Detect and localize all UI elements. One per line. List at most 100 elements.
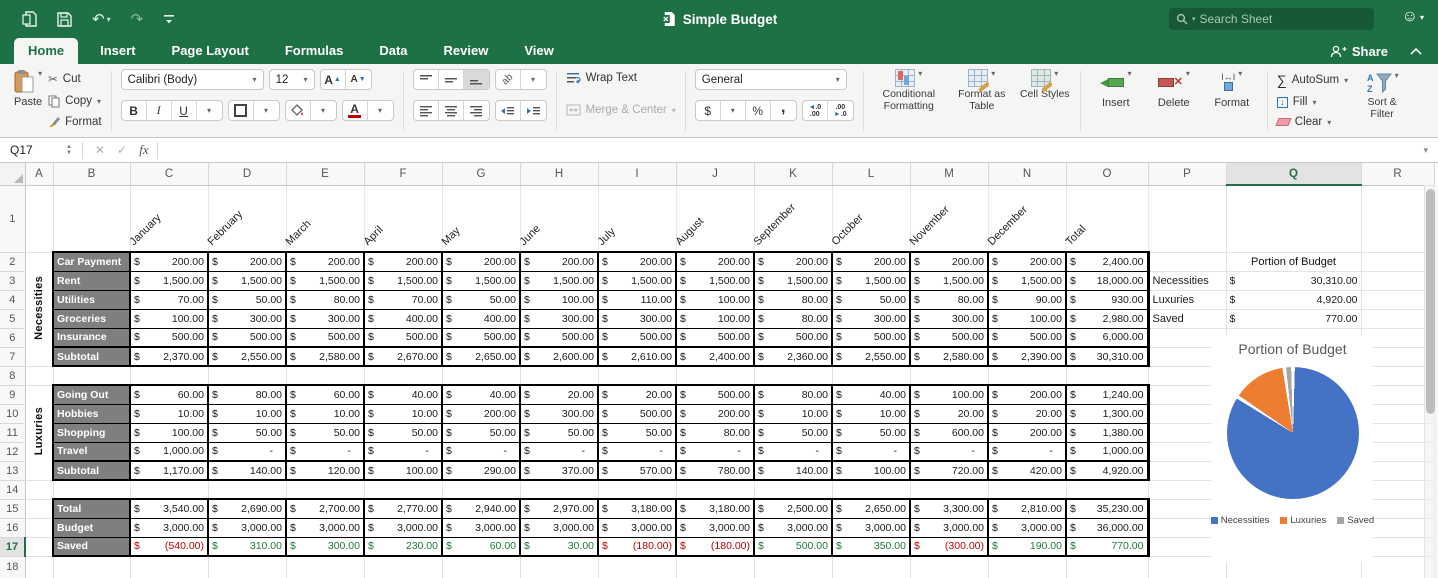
- wrap-text-button[interactable]: Wrap Text: [566, 72, 676, 84]
- cell-J17[interactable]: $ (180.00): [675, 536, 755, 557]
- tab-review[interactable]: Review: [430, 38, 503, 64]
- fill-color-caret[interactable]: ▾: [311, 101, 336, 120]
- cell-N14[interactable]: [988, 480, 1067, 500]
- cell-C11[interactable]: $100.00: [129, 422, 209, 443]
- column-header-C[interactable]: C: [130, 163, 209, 186]
- font-color-caret[interactable]: ▾: [368, 101, 393, 120]
- cell-K10[interactable]: $10.00: [753, 403, 833, 424]
- merge-center-button[interactable]: Merge & Center ▾: [566, 104, 676, 116]
- formula-input[interactable]: [164, 138, 1424, 162]
- cell-N12[interactable]: $ -: [987, 441, 1067, 462]
- feedback-smiley-icon[interactable]: ☺ ▾: [1402, 8, 1424, 26]
- cell-H4[interactable]: $100.00: [519, 289, 599, 310]
- row-label-car-payment[interactable]: Car Payment: [52, 251, 131, 272]
- cell-B8[interactable]: [53, 366, 131, 386]
- confirm-entry-icon[interactable]: ✓: [111, 143, 133, 157]
- row-header-3[interactable]: 3: [0, 271, 26, 291]
- cell-G3[interactable]: $1,500.00: [441, 270, 521, 291]
- cell-N2[interactable]: $200.00: [987, 251, 1067, 272]
- cell-J3[interactable]: $1,500.00: [675, 270, 755, 291]
- cell-I14[interactable]: [598, 480, 677, 500]
- share-button[interactable]: Share: [1330, 44, 1388, 59]
- cell-N9[interactable]: $200.00: [987, 384, 1067, 405]
- row-header-11[interactable]: 11: [0, 423, 26, 443]
- cell-M16[interactable]: $3,000.00: [909, 517, 989, 538]
- cell-K3[interactable]: $1,500.00: [753, 270, 833, 291]
- cell-L14[interactable]: [832, 480, 911, 500]
- cell-G2[interactable]: $200.00: [441, 251, 521, 272]
- delete-cells-button[interactable]: ✕ ▾ Delete: [1148, 69, 1200, 109]
- cell-C1[interactable]: January: [127, 185, 209, 252]
- format-painter-button[interactable]: Format: [48, 116, 102, 128]
- row-label-total[interactable]: Total: [52, 498, 131, 519]
- cell-D13[interactable]: $140.00: [207, 460, 287, 481]
- cell-C9[interactable]: $60.00: [129, 384, 209, 405]
- row-header-15[interactable]: 15: [0, 499, 26, 519]
- name-box-stepper[interactable]: ▲ ▼: [62, 144, 76, 156]
- align-center-button[interactable]: [439, 101, 464, 120]
- cell-I15[interactable]: $3,180.00: [597, 498, 677, 519]
- cell-L9[interactable]: $40.00: [831, 384, 911, 405]
- cell-F7[interactable]: $2,670.00: [363, 346, 443, 367]
- underline-button[interactable]: U: [172, 101, 197, 120]
- cell-D18[interactable]: [208, 556, 287, 578]
- cell-L8[interactable]: [832, 366, 911, 386]
- cell-H11[interactable]: $50.00: [519, 422, 599, 443]
- cell-M11[interactable]: $600.00: [909, 422, 989, 443]
- fill-color-button[interactable]: [286, 101, 311, 120]
- cell-E5[interactable]: $300.00: [285, 308, 365, 329]
- cell-L4[interactable]: $50.00: [831, 289, 911, 310]
- cell-J2[interactable]: $200.00: [675, 251, 755, 272]
- cell-I8[interactable]: [598, 366, 677, 386]
- row-header-8[interactable]: 8: [0, 366, 26, 386]
- undo-button[interactable]: ↶ ▾: [92, 10, 111, 28]
- cell-K13[interactable]: $140.00: [753, 460, 833, 481]
- cell-D14[interactable]: [208, 480, 287, 500]
- cell-G5[interactable]: $400.00: [441, 308, 521, 329]
- cell-F4[interactable]: $70.00: [363, 289, 443, 310]
- percent-format-button[interactable]: %: [746, 101, 771, 120]
- cell-A14[interactable]: [25, 480, 54, 500]
- cell-M14[interactable]: [910, 480, 989, 500]
- cell-J5[interactable]: $100.00: [675, 308, 755, 329]
- cell-C12[interactable]: $1,000.00: [129, 441, 209, 462]
- cell-E2[interactable]: $200.00: [285, 251, 365, 272]
- tab-page-layout[interactable]: Page Layout: [158, 38, 263, 64]
- cell-E9[interactable]: $60.00: [285, 384, 365, 405]
- font-size-select[interactable]: 12 ▾: [268, 69, 315, 90]
- cell-I4[interactable]: $110.00: [597, 289, 677, 310]
- cell-H5[interactable]: $300.00: [519, 308, 599, 329]
- column-header-N[interactable]: N: [988, 163, 1067, 186]
- row-label-utilities[interactable]: Utilities: [52, 289, 131, 310]
- row-label-subtotal[interactable]: Subtotal: [52, 346, 131, 367]
- cell-D4[interactable]: $50.00: [207, 289, 287, 310]
- cell-Q1[interactable]: [1226, 185, 1362, 253]
- cell-E10[interactable]: $10.00: [285, 403, 365, 424]
- cell-P2[interactable]: [1148, 252, 1227, 272]
- cell-A15[interactable]: [25, 499, 54, 519]
- cell-M13[interactable]: $720.00: [909, 460, 989, 481]
- cell-J12[interactable]: $ -: [675, 441, 755, 462]
- column-header-F[interactable]: F: [364, 163, 443, 186]
- cell-G16[interactable]: $3,000.00: [441, 517, 521, 538]
- search-input[interactable]: [1199, 12, 1350, 26]
- column-header-M[interactable]: M: [910, 163, 989, 186]
- currency-format-button[interactable]: $: [696, 101, 721, 120]
- cell-N11[interactable]: $200.00: [987, 422, 1067, 443]
- cell-H16[interactable]: $3,000.00: [519, 517, 599, 538]
- paste-button[interactable]: ▾ Paste: [14, 69, 42, 108]
- currency-format-caret[interactable]: ▾: [721, 101, 746, 120]
- cell-F16[interactable]: $3,000.00: [363, 517, 443, 538]
- cell-N3[interactable]: $1,500.00: [987, 270, 1067, 291]
- cell-I2[interactable]: $200.00: [597, 251, 677, 272]
- cell-G10[interactable]: $200.00: [441, 403, 521, 424]
- row-header-9[interactable]: 9: [0, 385, 26, 405]
- cell-H1[interactable]: June: [517, 185, 599, 252]
- cell-H17[interactable]: $30.00: [519, 536, 599, 557]
- cell-I7[interactable]: $2,610.00: [597, 346, 677, 367]
- cell-N6[interactable]: $500.00: [987, 327, 1067, 348]
- tab-home[interactable]: Home: [14, 38, 79, 64]
- tab-data[interactable]: Data: [365, 38, 421, 64]
- row-header-7[interactable]: 7: [0, 347, 26, 367]
- cell-O5[interactable]: $2,980.00: [1065, 308, 1150, 329]
